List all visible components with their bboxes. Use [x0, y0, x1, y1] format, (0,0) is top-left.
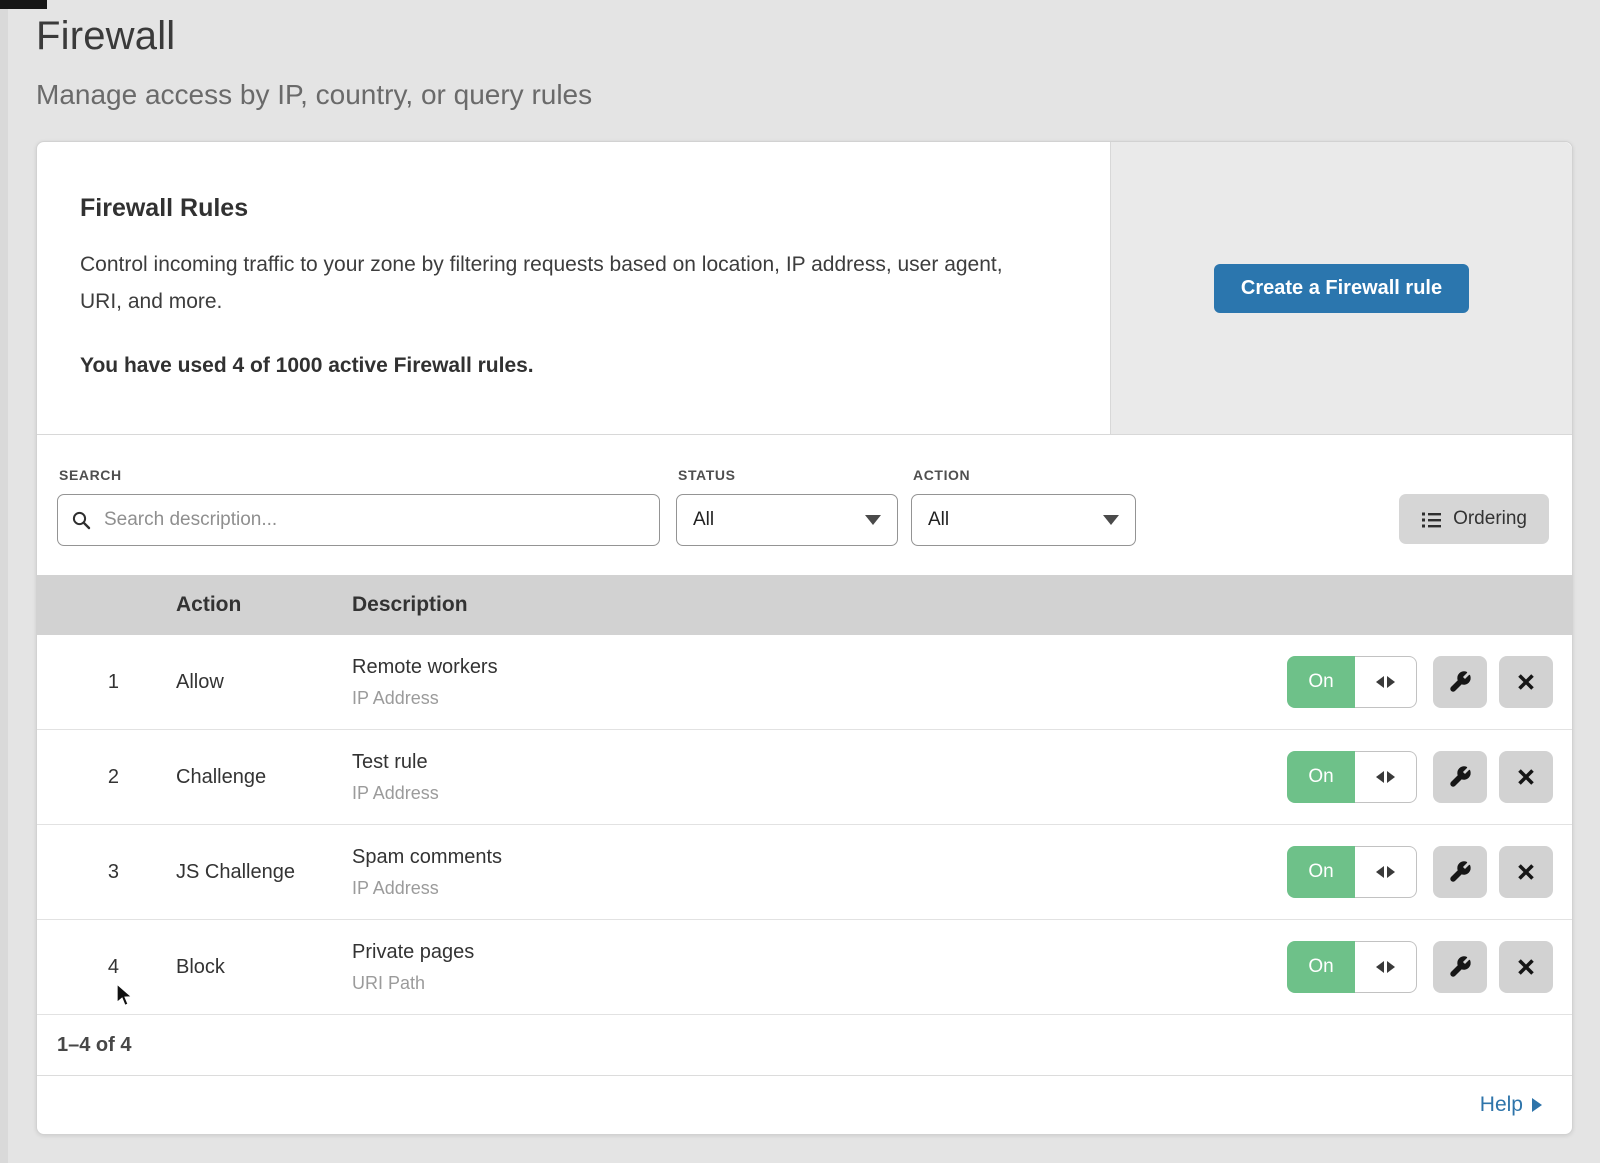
firewall-cards: Firewall Rules Control incoming traffic …	[36, 141, 1573, 1135]
rule-match-type: URI Path	[352, 973, 1287, 994]
toggle-on-label: On	[1287, 941, 1355, 993]
rule-description-text: Private pages	[352, 941, 1287, 964]
search-icon	[72, 511, 91, 530]
rule-action: JS Challenge	[176, 861, 352, 884]
delete-rule-button[interactable]	[1499, 846, 1553, 898]
left-right-arrows-icon	[1355, 656, 1417, 708]
delete-rule-button[interactable]	[1499, 656, 1553, 708]
rule-description: Spam comments IP Address	[352, 846, 1287, 899]
edit-rule-button[interactable]	[1433, 846, 1487, 898]
chevron-down-icon	[865, 515, 881, 525]
edit-rule-button[interactable]	[1433, 656, 1487, 708]
rule-action: Block	[176, 956, 352, 979]
table-row: 3 JS Challenge Spam comments IP Address …	[37, 825, 1572, 920]
status-selected-value: All	[693, 509, 714, 531]
list-ordering-icon	[1421, 511, 1442, 528]
ordering-button-label: Ordering	[1453, 508, 1527, 530]
rule-description-text: Spam comments	[352, 846, 1287, 869]
left-right-arrows-icon	[1355, 941, 1417, 993]
rule-match-type: IP Address	[352, 878, 1287, 899]
rule-description: Remote workers IP Address	[352, 656, 1287, 709]
search-input[interactable]	[102, 508, 645, 532]
rule-description-text: Remote workers	[352, 656, 1287, 679]
close-icon	[1515, 956, 1537, 978]
action-selected-value: All	[928, 509, 949, 531]
rule-priority: 2	[37, 766, 119, 789]
close-icon	[1515, 766, 1537, 788]
rule-description: Private pages URI Path	[352, 941, 1287, 994]
rule-controls: On	[1287, 846, 1553, 898]
table-header: Action Description	[37, 575, 1572, 635]
edit-rule-button[interactable]	[1433, 751, 1487, 803]
help-link-label: Help	[1480, 1093, 1523, 1117]
search-filter: SEARCH	[57, 461, 660, 575]
rule-action: Allow	[176, 671, 352, 694]
close-icon	[1515, 861, 1537, 883]
action-label: ACTION	[913, 467, 1136, 483]
left-right-arrows-icon	[1355, 751, 1417, 803]
window-edge-strip	[0, 0, 8, 1163]
status-label: STATUS	[678, 467, 898, 483]
rule-priority: 3	[37, 861, 119, 884]
action-filter: ACTION All	[911, 461, 1136, 575]
ordering-button[interactable]: Ordering	[1399, 494, 1549, 544]
toggle-on-label: On	[1287, 751, 1355, 803]
status-select[interactable]: All	[676, 494, 898, 546]
rule-enabled-toggle[interactable]: On	[1287, 751, 1417, 803]
status-filter: STATUS All	[676, 461, 898, 575]
chevron-right-icon	[1532, 1098, 1542, 1112]
left-right-arrows-icon	[1355, 846, 1417, 898]
card-description: Control incoming traffic to your zone by…	[80, 246, 1050, 320]
wrench-icon	[1448, 670, 1472, 694]
search-label: SEARCH	[59, 467, 660, 483]
pagination: 1–4 of 4	[37, 1015, 1572, 1076]
help-link[interactable]: Help	[1480, 1093, 1542, 1117]
pagination-text: 1–4 of 4	[57, 1034, 131, 1057]
rule-controls: On	[1287, 941, 1553, 993]
table-row: 1 Allow Remote workers IP Address On	[37, 635, 1572, 730]
column-header-description: Description	[352, 593, 1572, 617]
table-row: 2 Challenge Test rule IP Address On	[37, 730, 1572, 825]
rule-description-text: Test rule	[352, 751, 1287, 774]
toggle-on-label: On	[1287, 656, 1355, 708]
action-select[interactable]: All	[911, 494, 1136, 546]
toggle-on-label: On	[1287, 846, 1355, 898]
help-row: Help	[37, 1076, 1572, 1134]
rule-enabled-toggle[interactable]: On	[1287, 846, 1417, 898]
rule-enabled-toggle[interactable]: On	[1287, 656, 1417, 708]
edit-rule-button[interactable]	[1433, 941, 1487, 993]
create-rule-panel: Create a Firewall rule	[1110, 142, 1572, 434]
create-firewall-rule-button[interactable]: Create a Firewall rule	[1214, 264, 1469, 313]
firewall-page: Firewall Manage access by IP, country, o…	[36, 0, 1573, 1135]
wrench-icon	[1448, 955, 1472, 979]
rule-match-type: IP Address	[352, 783, 1287, 804]
column-header-action: Action	[176, 593, 352, 617]
page-subtitle: Manage access by IP, country, or query r…	[36, 78, 1573, 111]
delete-rule-button[interactable]	[1499, 751, 1553, 803]
rule-controls: On	[1287, 751, 1553, 803]
delete-rule-button[interactable]	[1499, 941, 1553, 993]
firewall-rules-card: Firewall Rules Control incoming traffic …	[37, 142, 1572, 435]
wrench-icon	[1448, 860, 1472, 884]
rule-priority: 4	[37, 956, 119, 979]
page-header: Firewall Manage access by IP, country, o…	[36, 0, 1573, 111]
card-title: Firewall Rules	[80, 194, 1050, 223]
rules-usage-text: You have used 4 of 1000 active Firewall …	[80, 354, 1050, 378]
firewall-rules-info: Firewall Rules Control incoming traffic …	[37, 142, 1110, 434]
chevron-down-icon	[1103, 515, 1119, 525]
close-icon	[1515, 671, 1537, 693]
rule-enabled-toggle[interactable]: On	[1287, 941, 1417, 993]
rule-match-type: IP Address	[352, 688, 1287, 709]
rule-controls: On	[1287, 656, 1553, 708]
table-row: 4 Block Private pages URI Path On	[37, 920, 1572, 1015]
rule-description: Test rule IP Address	[352, 751, 1287, 804]
rule-action: Challenge	[176, 766, 352, 789]
filters-bar: SEARCH STATUS All ACTION	[37, 435, 1572, 575]
page-title: Firewall	[36, 12, 1573, 60]
wrench-icon	[1448, 765, 1472, 789]
search-box	[57, 494, 660, 546]
rule-priority: 1	[37, 671, 119, 694]
ordering-container: Ordering	[1399, 461, 1549, 575]
